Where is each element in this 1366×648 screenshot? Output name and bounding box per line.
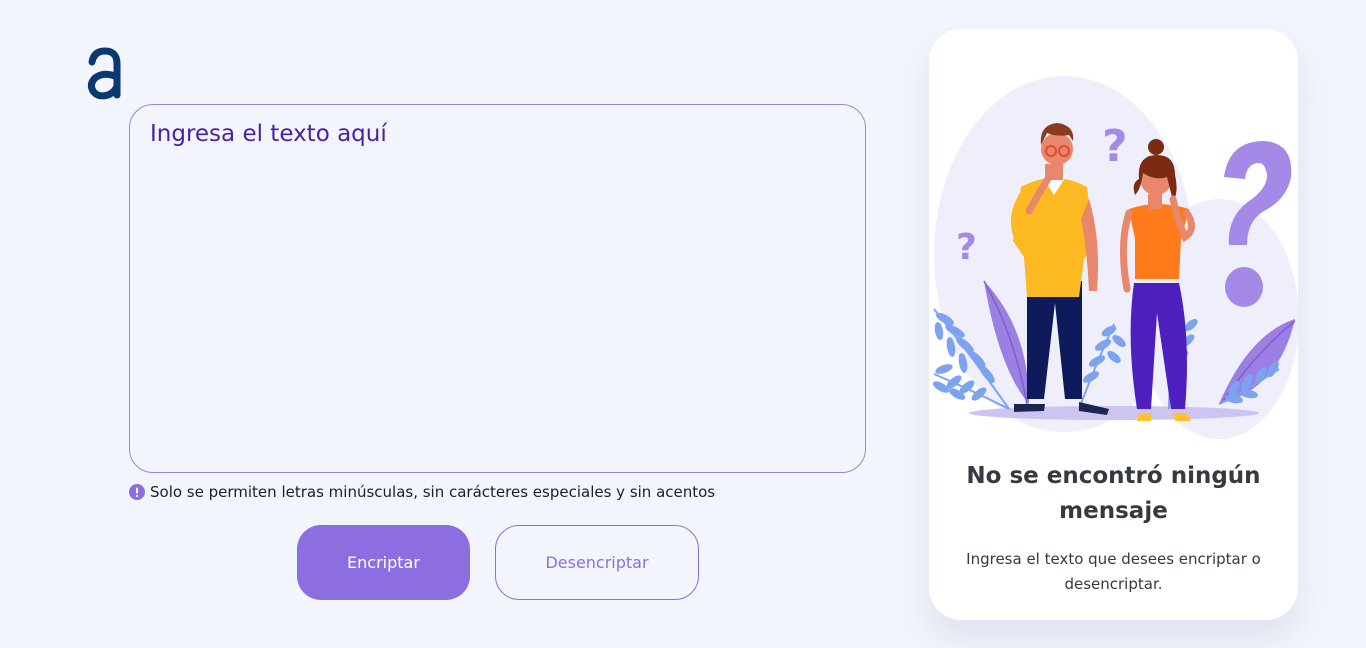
encrypt-button[interactable]: Encriptar <box>297 525 470 600</box>
alura-a-logo-icon <box>87 47 121 100</box>
svg-text:?: ? <box>1102 121 1128 172</box>
decrypt-button[interactable]: Desencriptar <box>495 525 699 600</box>
text-input-container <box>129 104 866 473</box>
confused-people-question-marks-illustration: ? ? <box>932 76 1298 439</box>
app-page: Solo se permiten letras minúsculas, sin … <box>0 0 1366 648</box>
input-hint-text: Solo se permiten letras minúsculas, sin … <box>150 483 716 501</box>
output-card: ? ? No se encontró ningún mensaje Ingres… <box>929 29 1298 620</box>
output-empty-description: Ingresa el texto que desees encriptar o … <box>966 550 1261 593</box>
svg-text:?: ? <box>956 227 977 268</box>
output-empty-title: No se encontró ningún mensaje <box>966 463 1261 524</box>
exclamation-circle-icon <box>129 484 145 500</box>
text-input[interactable] <box>130 105 865 472</box>
input-hint: Solo se permiten letras minúsculas, sin … <box>129 483 715 501</box>
